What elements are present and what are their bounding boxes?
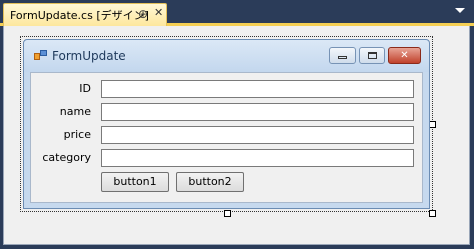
tab-title: FormUpdate.cs [デザイン] bbox=[10, 9, 149, 22]
maximize-icon bbox=[367, 52, 377, 59]
form-window[interactable]: FormUpdate ✕ ID name price category butt… bbox=[23, 39, 430, 209]
close-tab-icon[interactable]: ✕ bbox=[154, 6, 163, 19]
maximize-button[interactable] bbox=[359, 47, 385, 64]
label-name: name bbox=[59, 105, 91, 118]
price-textbox[interactable] bbox=[101, 126, 414, 144]
form-client-area: ID name price category button1 button2 bbox=[30, 72, 423, 203]
form-titlebar: FormUpdate ✕ bbox=[24, 40, 429, 72]
document-tab-strip: FormUpdate.cs [デザイン] ⊕ ✕ bbox=[0, 0, 474, 26]
close-icon: ✕ bbox=[400, 50, 409, 61]
pin-icon[interactable]: ⊕ bbox=[138, 7, 148, 21]
form-title: FormUpdate bbox=[52, 49, 126, 63]
resize-handle-corner[interactable] bbox=[429, 210, 436, 217]
button1[interactable]: button1 bbox=[101, 172, 169, 192]
tab-dropdown-icon[interactable] bbox=[455, 8, 465, 13]
resize-handle-right[interactable] bbox=[429, 121, 436, 128]
designer-surface[interactable]: FormUpdate ✕ ID name price category butt… bbox=[3, 26, 470, 245]
tab-formupdate-designer[interactable]: FormUpdate.cs [デザイン] ⊕ ✕ bbox=[3, 3, 167, 26]
label-price: price bbox=[63, 128, 91, 141]
button2[interactable]: button2 bbox=[176, 172, 244, 192]
label-category: category bbox=[42, 151, 91, 164]
form-app-icon bbox=[34, 50, 48, 62]
minimize-button[interactable] bbox=[329, 47, 356, 64]
category-textbox[interactable] bbox=[101, 149, 414, 167]
close-button[interactable]: ✕ bbox=[388, 47, 421, 64]
label-id: ID bbox=[79, 82, 91, 95]
name-textbox[interactable] bbox=[101, 103, 414, 121]
resize-handle-bottom[interactable] bbox=[224, 210, 231, 217]
id-textbox[interactable] bbox=[101, 80, 414, 98]
minimize-icon bbox=[338, 56, 347, 59]
